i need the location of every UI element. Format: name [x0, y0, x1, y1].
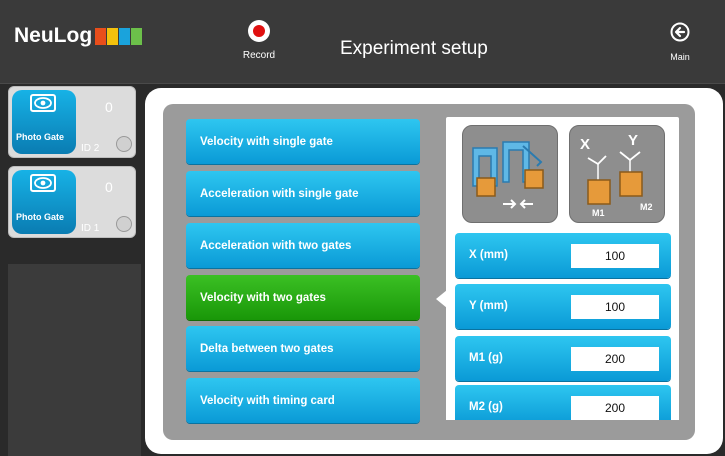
y-label: Y [628, 132, 639, 149]
two-gates-diagram [462, 125, 558, 223]
m2-field: M2 (g) [455, 385, 671, 425]
record-button[interactable]: Record [236, 20, 282, 74]
main-button[interactable]: Main [660, 22, 700, 76]
m2-input[interactable] [571, 396, 659, 420]
sensor-tile[interactable]: Photo Gate [12, 170, 76, 234]
photo-gate-icon [30, 94, 56, 112]
x-field-label: X (mm) [469, 249, 508, 261]
sensor-value: 0 [105, 99, 113, 115]
option-velocity-two-gates[interactable]: Velocity with two gates [186, 275, 420, 320]
sensor-id: ID 1 [81, 223, 100, 234]
logo-text: NeuLog [14, 24, 93, 47]
y-field-label: Y (mm) [469, 300, 508, 312]
sensor-id: ID 2 [81, 143, 100, 154]
sensor-name: Photo Gate [16, 132, 65, 142]
option-velocity-single-gate[interactable]: Velocity with single gate [186, 119, 420, 164]
main-label: Main [670, 52, 690, 62]
x-input[interactable] [571, 244, 659, 268]
sensor-tile[interactable]: Photo Gate [12, 90, 76, 154]
sensor-select-toggle[interactable] [116, 136, 132, 152]
logo-blocks-icon [95, 27, 143, 45]
photo-gate-icon [30, 174, 56, 192]
y-field: Y (mm) [455, 284, 671, 329]
photo-gates-icon [472, 141, 544, 209]
sensor-card[interactable]: Photo Gate ID 2 0 [8, 86, 136, 158]
m1-input[interactable] [571, 347, 659, 371]
m2-label: M2 [640, 202, 653, 212]
sensor-name: Photo Gate [16, 212, 65, 222]
masses-diagram: X Y M1 M2 [569, 125, 665, 223]
option-acceleration-single-gate[interactable]: Acceleration with single gate [186, 171, 420, 216]
sidebar-empty-panel [8, 264, 141, 456]
neulog-logo: NeuLog [14, 24, 143, 48]
record-label: Record [242, 50, 276, 61]
x-label: X [580, 136, 591, 153]
m1-field-label: M1 (g) [469, 352, 503, 364]
sensor-select-toggle[interactable] [116, 216, 132, 232]
x-field: X (mm) [455, 233, 671, 278]
m1-label: M1 [592, 208, 605, 218]
option-velocity-timing-card[interactable]: Velocity with timing card [186, 378, 420, 423]
record-icon [248, 20, 270, 42]
panel-bottom-edge [446, 420, 679, 430]
m1-field: M1 (g) [455, 336, 671, 381]
m2-field-label: M2 (g) [469, 401, 503, 413]
y-input[interactable] [571, 295, 659, 319]
sensor-card[interactable]: Photo Gate ID 1 0 [8, 166, 136, 238]
top-bar: NeuLog Record Experiment setup Main [0, 0, 725, 84]
option-delta-two-gates[interactable]: Delta between two gates [186, 326, 420, 371]
option-acceleration-two-gates[interactable]: Acceleration with two gates [186, 223, 420, 268]
back-arrow-icon [670, 22, 690, 42]
page-title: Experiment setup [340, 38, 488, 59]
sensor-value: 0 [105, 179, 113, 195]
